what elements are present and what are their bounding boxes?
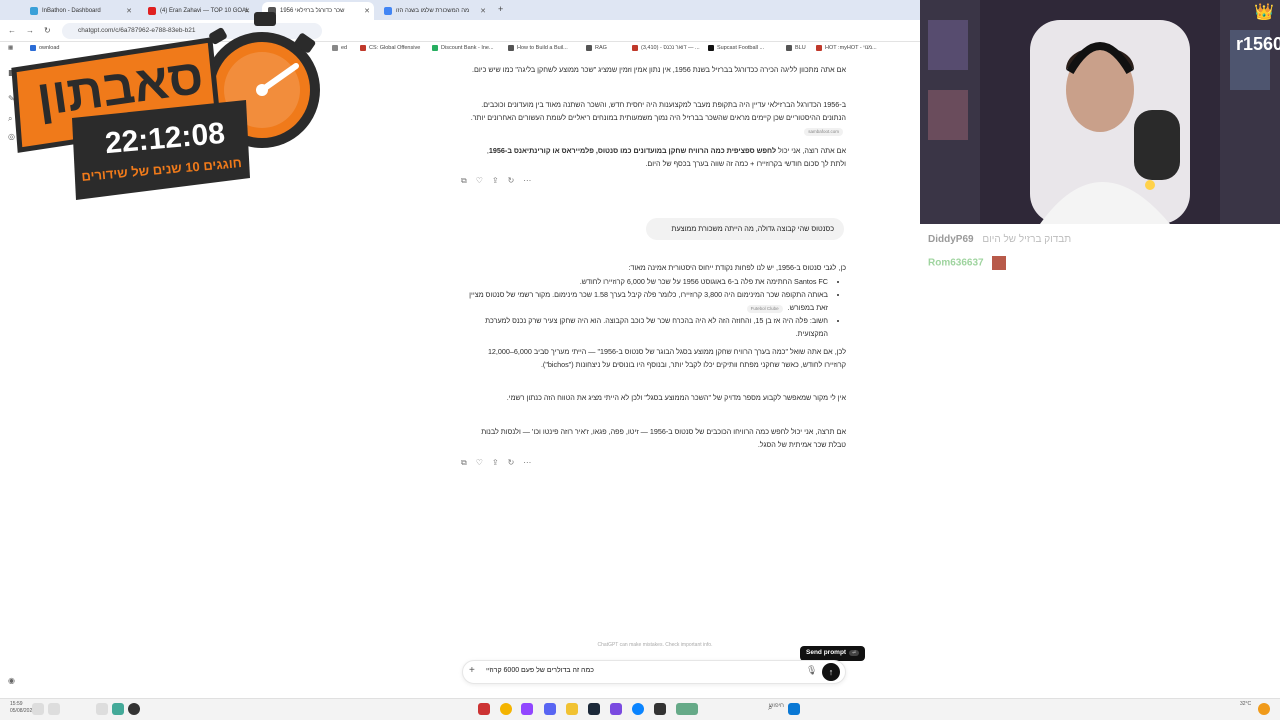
app-icon[interactable] [610,703,622,715]
stream-chat-panel: DiddyP69 תבדוק ברזיל של היום Rom636637 [920,224,1280,720]
disclaimer-text: ChatGPT can make mistakes. Check importa… [597,642,713,648]
assistant-bullets: Santos FC החתימה את פלה ב-6 באוגוסט 1956… [462,275,840,340]
message-actions: ⧉ ♡ ⇪ ↻ ⋯ [461,176,531,186]
prompt-input[interactable]: כמה זה בדולרים של פעם 6000 קרוזיי [486,667,594,674]
search-icon[interactable]: ⌕ [768,703,772,713]
bookmark-item[interactable]: Discount Bank - Ine... [432,45,494,51]
stream-overlay: סאבתון 22:12:08 חוגגים 10 שנים של שידורי… [0,0,330,210]
google-icon [384,7,392,15]
app-icon[interactable] [654,703,666,715]
webcam-feed: r1560 👑 [920,0,1280,224]
assistant-intro: כן, לגבי סנטוס ב-1956, יש לנו לפחות נקוד… [628,263,846,272]
bullet-list: Santos FC החתימה את פלה ב-6 באוגוסט 1956… [462,275,840,340]
attach-plus-button[interactable]: + [469,665,475,676]
copy-icon[interactable]: ⧉ [461,458,467,468]
thumbs-up-icon[interactable]: ♡ [476,176,483,186]
regenerate-icon[interactable]: ↻ [508,176,515,186]
tray-icon[interactable] [32,703,44,715]
bookmark-icon [432,45,438,51]
profile-icon[interactable]: ◉ [8,676,15,685]
bookmark-item[interactable]: (3,410) - דואר נכנס — ... [632,45,700,51]
bookmark-item[interactable]: HOT :myHOT - מנוי... [816,45,877,51]
source-chip[interactable]: Futebol Clube [746,305,783,313]
bookmark-icon [786,45,792,51]
microphone [1134,110,1180,180]
bookmark-icon [586,45,592,51]
channel-watermark: r1560 [1236,34,1280,54]
enter-key-hint: ⏎ [849,650,859,656]
list-item: באותה התקופה שכר המינימום היה 3,800 קרוז… [462,288,828,314]
bookmark-icon [708,45,714,51]
chrome-icon[interactable] [500,703,512,715]
share-icon[interactable]: ⇪ [492,176,499,186]
tab-google[interactable]: מה המשכורת שלמו בשנה הזו ✕ [378,2,490,20]
edge-icon[interactable] [632,703,644,715]
close-icon[interactable]: ✕ [480,7,486,15]
crown-icon: 👑 [1254,4,1274,21]
weather-sun-icon [1258,703,1270,715]
taskbar-search[interactable]: חיפוש [744,703,784,715]
send-tooltip: Send prompt ⏎ [800,646,865,661]
message-actions: ⧉ ♡ ⇪ ↻ ⋯ [461,458,531,468]
tray-icon[interactable] [96,703,108,715]
assistant-paragraph: אם תרצה, אני יכול לחפש כמה הרוויחו הכוכב… [481,427,846,449]
assistant-paragraph: ב-1956 הכדורגל הברזילאי עדיין היה בתקופת… [470,100,846,136]
tray-icon[interactable] [128,703,140,715]
user-message-bubble: כסנטוס שהי קבוצה גדולה, מה הייתה משכורת … [646,218,844,240]
send-button[interactable]: ↑ [822,663,840,681]
assistant-paragraph: לכן, אם אתה שואל "כמה בערך הרוויח שחקן מ… [487,347,846,369]
chat-message: DiddyP69 תבדוק ברזיל של היום [928,234,1072,245]
gmail-icon [632,45,638,51]
bookmark-icon [816,45,822,51]
bookmark-item[interactable]: CS: Global Offensive [360,45,420,51]
thumbs-up-icon[interactable]: ♡ [476,458,483,468]
list-item: חשוב: פלה היה אז בן 15, והחוזה הזה לא הי… [462,314,828,340]
bookmark-item[interactable]: BLU [786,45,806,51]
twitch-icon[interactable] [521,703,533,715]
emote-icon [992,256,1007,270]
list-item: Santos FC החתימה את פלה ב-6 באוגוסט 1956… [462,275,828,288]
tray-icon[interactable] [112,703,124,715]
folder-icon[interactable] [566,703,578,715]
bookmark-item[interactable]: RAG [586,45,607,51]
chat-message: Rom636637 [928,256,1007,270]
weather-widget[interactable]: 32°C [1240,701,1251,708]
share-icon[interactable]: ⇪ [492,458,499,468]
tray-icon[interactable] [48,703,60,715]
bookmark-icon [332,45,338,51]
bookmark-item[interactable]: ed [332,45,347,51]
copy-icon[interactable]: ⧉ [461,176,467,186]
assistant-paragraph: אם אתה מתכוון לליגה הכירה ככדורגל בברזיל… [472,65,846,74]
source-chip[interactable]: sambafoot.com [804,128,843,136]
windows-start-icon[interactable] [788,703,800,715]
streamer-image [920,0,1280,224]
new-tab-button[interactable]: + [498,4,503,14]
bookmark-item[interactable]: Supcast Football ... [708,45,764,51]
app-icon[interactable] [676,703,698,715]
stopwatch-crown [254,12,276,26]
more-icon[interactable]: ⋯ [523,458,531,468]
bookmark-icon [360,45,366,51]
assistant-paragraph: אין לי מקור שמאפשר לקבוע מספר מדויק של "… [506,393,846,402]
bookmark-item[interactable]: How to Build a Buil... [508,45,568,51]
steam-icon[interactable] [588,703,600,715]
assistant-paragraph: אם אתה רוצה, אני יכול לחפש ספציפית כמה ה… [486,146,846,168]
close-icon[interactable]: ✕ [364,7,370,15]
microphone-icon[interactable]: 🎙 [806,665,817,676]
bookmark-icon [508,45,514,51]
more-icon[interactable]: ⋯ [523,176,531,186]
app-icon[interactable] [478,703,490,715]
regenerate-icon[interactable]: ↻ [508,458,515,468]
discord-icon[interactable] [544,703,556,715]
